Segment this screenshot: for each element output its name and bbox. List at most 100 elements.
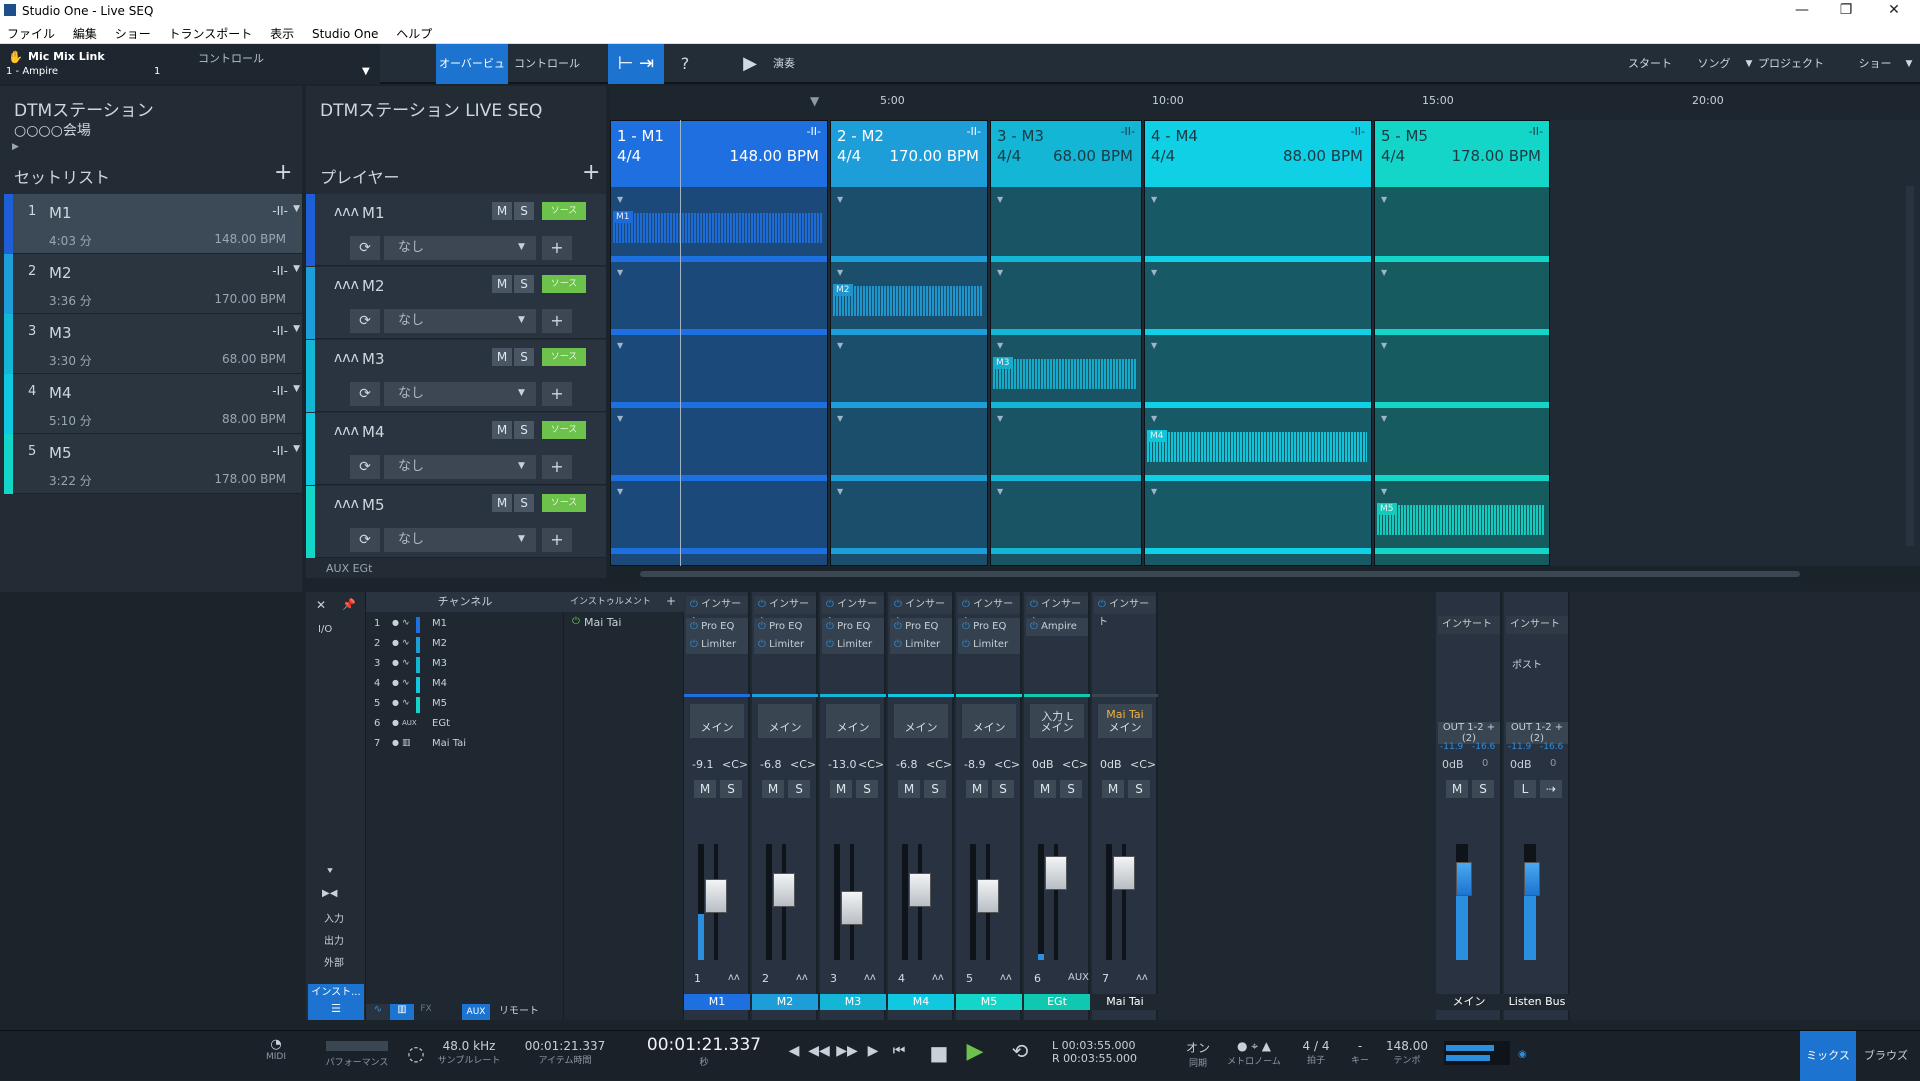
solo-button[interactable]: S [514,421,534,439]
rewind-icon[interactable]: ◀◀ [806,1043,832,1059]
song-block[interactable]: 2 - M2 4/4 170.00 BPM -II- ▼ ▼ M2 ▼ ▼ ▼ [830,120,988,566]
volume-value[interactable]: -13.0 [828,758,856,771]
power-icon[interactable]: ⏻ [894,621,905,632]
list-icon[interactable]: ☰ [308,1002,364,1020]
mute-button[interactable]: M [492,421,512,439]
add-button[interactable]: + [542,382,572,406]
loop-range[interactable]: L 00:03:55.000 R 00:03:55.000 [1052,1039,1162,1065]
sync[interactable]: オン 同期 [1180,1039,1216,1069]
track-lane[interactable]: ▼ M4 [1145,408,1371,481]
visibility-icon[interactable]: ● [392,678,399,687]
playhead[interactable] [680,120,681,566]
pan-value[interactable]: <C> [858,758,884,771]
solo-button[interactable]: ⇢ [1540,780,1562,798]
fader-knob[interactable] [841,890,863,925]
insert-slot[interactable]: ⏻ Limiter [822,636,884,654]
minimize-icon[interactable]: — [1782,2,1822,18]
song-button[interactable]: ソング [1686,44,1742,84]
output-select[interactable]: メイン [826,704,880,738]
chevron-down-icon[interactable]: ▼ [837,268,843,277]
forward-icon[interactable]: ▶▶ [834,1043,860,1059]
channel-name[interactable]: M2 [752,994,818,1010]
power-icon[interactable]: ⏻ [1030,599,1041,610]
track-lane[interactable]: ▼ M2 [831,262,987,335]
mute-button[interactable]: M [1102,780,1124,798]
chevron-down-icon[interactable]: ▼ [293,204,300,214]
insert-slot[interactable]: ⏻ Limiter [890,636,952,654]
track-lane[interactable]: ▼ [1145,481,1371,554]
track-lane[interactable]: ▼ [1375,335,1549,408]
visibility-icon[interactable]: ● [392,718,399,727]
track-lane[interactable]: ▼ [611,481,827,554]
power-icon[interactable]: ⏻ [1030,621,1041,632]
track-lane[interactable]: ▼ [831,408,987,481]
solo-button[interactable]: S [856,780,878,798]
track-lane[interactable]: ▼ [991,481,1141,554]
audio-waveform[interactable]: M5 [1377,503,1545,535]
channel-list-item[interactable]: 4 ● ∿ M4 [366,676,564,694]
chevron-down-icon[interactable]: ▼ [1151,195,1157,204]
song-header[interactable]: 4 - M4 4/4 88.00 BPM -II- [1145,121,1371,187]
tempo-track-icon[interactable]: -II- [807,125,821,138]
loop-icon[interactable]: ⟳ [350,528,380,552]
pan-value[interactable]: <C> [926,758,952,771]
loop-icon[interactable]: ⟲ [1002,1039,1038,1063]
fader-knob[interactable] [909,873,931,908]
track-lane[interactable]: ▼ [1375,189,1549,262]
power-icon[interactable]: ⏻ [1098,599,1109,610]
track-lane[interactable]: ▼ [991,189,1141,262]
tempo-track-icon[interactable]: -II- [272,204,288,218]
device-sub[interactable]: 1 - Ampire [6,66,58,77]
toggle-icon[interactable]: ◉ [1518,1049,1527,1060]
solo-button[interactable]: S [514,275,534,293]
solo-button[interactable]: S [720,780,742,798]
tempo-track-icon[interactable]: -II- [272,384,288,398]
volume-value[interactable]: 0dB [1032,758,1054,771]
fader-knob[interactable] [773,873,795,908]
chevron-down-icon[interactable]: ▼ [997,341,1003,350]
add-instrument-button[interactable]: + [666,594,676,608]
master-name[interactable]: Listen Bus [1504,994,1570,1010]
chevron-down-icon[interactable]: ▼ [518,388,525,398]
output-select[interactable]: メイン [894,704,948,738]
track-lane[interactable]: ▼ [991,408,1141,481]
fader-knob[interactable] [1524,862,1540,896]
solo-button[interactable]: S [1060,780,1082,798]
insert-header[interactable]: ⏻ インサート [1094,596,1156,628]
page-num[interactable]: 1 [154,66,160,77]
output-select[interactable]: OUT 1-2 + (2) [1438,722,1500,744]
insert-header[interactable]: ⏻ インサート [686,596,748,628]
chevron-down-icon[interactable]: ▼ [997,195,1003,204]
mute-button[interactable]: M [492,494,512,512]
help-button[interactable]: ? [670,44,700,84]
volume-value[interactable]: -8.9 [964,758,985,771]
menu-view[interactable]: 表示 [263,22,301,42]
chevron-down-icon[interactable]: ▼ [837,341,843,350]
channel-name[interactable]: M3 [820,994,886,1010]
chevron-down-icon[interactable]: ▼ [293,264,300,274]
power-icon[interactable]: ⏻ [894,639,905,650]
close-icon[interactable]: ✕ [316,598,326,612]
post-select[interactable]: ポスト [1512,656,1542,671]
expand-narrow-icon[interactable]: ▶◀ [322,888,337,899]
key[interactable]: - キー [1348,1039,1372,1066]
output-select[interactable]: メイン [962,704,1016,738]
forward-end-icon[interactable]: ▶ [862,1043,884,1059]
track-lane[interactable]: ▼ [1375,262,1549,335]
insert-slot[interactable]: ⏻ Pro EQ [686,618,748,636]
tempo-track-icon[interactable]: -II- [1529,125,1543,138]
power-icon[interactable]: ⏻ [758,621,769,632]
playhead-marker-icon[interactable]: ▼ [810,94,819,108]
insert-header[interactable]: ⏻ インサート [754,596,816,628]
play-icon[interactable]: ▶ [960,1039,990,1064]
chevron-down-icon[interactable]: ▼ [997,268,1003,277]
mute-button[interactable]: M [694,780,716,798]
power-icon[interactable]: ⏻ [962,599,973,610]
mute-button[interactable]: M [762,780,784,798]
master-name[interactable]: メイン [1436,994,1502,1010]
chevron-down-icon[interactable]: ▼ [293,324,300,334]
track-lane[interactable]: ▼ [1375,408,1549,481]
insert-slot[interactable]: ⏻ Pro EQ [890,618,952,636]
preset-select[interactable]: なし [384,455,536,479]
tempo[interactable]: 148.00 テンポ [1380,1039,1434,1066]
